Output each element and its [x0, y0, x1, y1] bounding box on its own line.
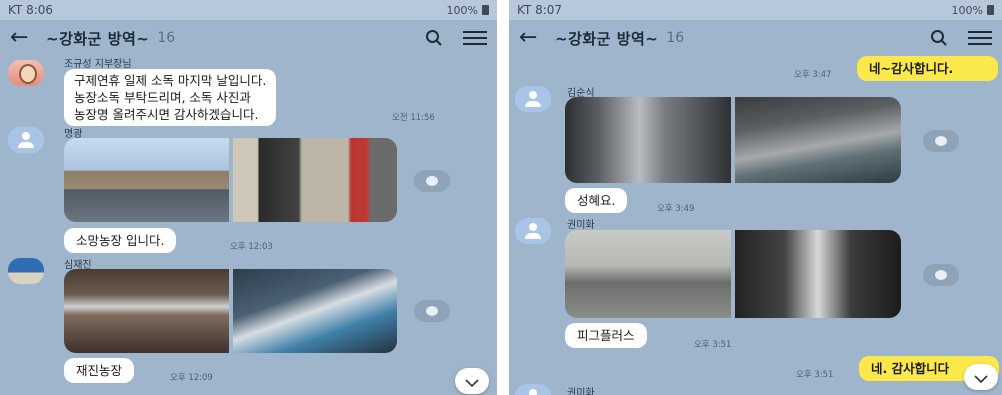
- message-bubble[interactable]: 소망농장 입니다.: [64, 228, 177, 253]
- share-icon[interactable]: [923, 130, 959, 152]
- avatar[interactable]: [8, 127, 44, 153]
- photo-thumbnail[interactable]: [232, 138, 397, 222]
- share-icon[interactable]: [414, 300, 450, 322]
- scroll-down-button[interactable]: [964, 364, 998, 390]
- status-time: KT 8:06: [8, 3, 54, 17]
- avatar[interactable]: [515, 218, 551, 244]
- battery-icon: [482, 5, 489, 15]
- chat-screen-left: KT 8:06 100% ← ~강화군 방역~ 16 조규성 지부장님 구제연휴…: [0, 0, 497, 395]
- battery-percent: 100%: [446, 3, 478, 17]
- photo-album[interactable]: [565, 97, 901, 183]
- battery-icon: [987, 5, 994, 15]
- avatar[interactable]: [515, 86, 551, 112]
- message-time: 오후 12:09: [170, 373, 213, 383]
- message-time: 오후 3:51: [694, 340, 732, 350]
- sender-name: 권미화: [567, 220, 595, 231]
- photo-album[interactable]: [64, 269, 397, 353]
- message-bubble[interactable]: 재진농장: [64, 358, 135, 383]
- chat-header: ← ~강화군 방역~ 16: [509, 20, 1002, 56]
- photo-thumbnail[interactable]: [232, 269, 397, 353]
- message-bubble[interactable]: 피그플러스: [565, 323, 647, 348]
- battery-percent: 100%: [951, 3, 983, 17]
- avatar[interactable]: [8, 60, 44, 86]
- sender-name: 권미화: [567, 388, 595, 395]
- share-icon[interactable]: [923, 264, 959, 286]
- back-arrow-icon[interactable]: ←: [10, 27, 46, 49]
- my-message-bubble[interactable]: 네~감사합니다.: [857, 56, 998, 81]
- message-bubble[interactable]: 성혜요.: [565, 188, 628, 213]
- menu-icon[interactable]: [463, 30, 487, 46]
- photo-thumbnail[interactable]: [735, 97, 901, 183]
- message-time: 오후 3:47: [794, 70, 832, 80]
- chat-screen-right: KT 8:07 100% ← ~강화군 방역~ 16 네~감사합니다. 오후 3…: [509, 0, 1002, 395]
- search-icon[interactable]: [425, 29, 443, 47]
- message-line: 농장명 올려주시면 감사하겠습니다.: [74, 107, 259, 122]
- message-bubble[interactable]: 구제연휴 일제 소독 마지막 날입니다. 농장소독 부탁드리며, 소독 사진과 …: [64, 69, 277, 126]
- avatar[interactable]: [8, 258, 44, 284]
- photo-thumbnail[interactable]: [565, 230, 731, 318]
- search-icon[interactable]: [930, 29, 948, 47]
- message-line: 구제연휴 일제 소독 마지막 날입니다.: [74, 73, 267, 88]
- photo-thumbnail[interactable]: [64, 138, 229, 222]
- photo-album[interactable]: [64, 138, 397, 222]
- status-bar: KT 8:06 100%: [0, 0, 497, 20]
- chevron-down-icon: [465, 372, 479, 391]
- avatar[interactable]: [515, 384, 551, 395]
- status-time: KT 8:07: [517, 3, 563, 17]
- message-line: 농장소독 부탁드리며, 소독 사진과: [74, 90, 251, 105]
- member-count: 16: [666, 30, 685, 46]
- member-count: 16: [157, 30, 176, 46]
- chat-header: ← ~강화군 방역~ 16: [0, 20, 497, 56]
- sender-name: 조규성 지부장님: [64, 59, 132, 70]
- photo-thumbnail[interactable]: [735, 230, 901, 318]
- scroll-down-button[interactable]: [455, 368, 489, 394]
- message-time: 오전 11:56: [392, 113, 435, 123]
- photo-thumbnail[interactable]: [565, 97, 731, 183]
- chevron-down-icon: [974, 368, 988, 387]
- status-bar: KT 8:07 100%: [509, 0, 1002, 20]
- back-arrow-icon[interactable]: ←: [519, 27, 555, 49]
- photo-thumbnail[interactable]: [64, 269, 229, 353]
- chat-room-title: ~강화군 방역~: [46, 29, 150, 48]
- photo-album[interactable]: [565, 230, 901, 318]
- share-icon[interactable]: [414, 170, 450, 192]
- message-time: 오후 12:03: [230, 242, 273, 252]
- message-time: 오후 3:49: [657, 204, 695, 214]
- chat-room-title: ~강화군 방역~: [555, 29, 659, 48]
- message-time: 오후 3:51: [796, 370, 834, 380]
- menu-icon[interactable]: [968, 30, 992, 46]
